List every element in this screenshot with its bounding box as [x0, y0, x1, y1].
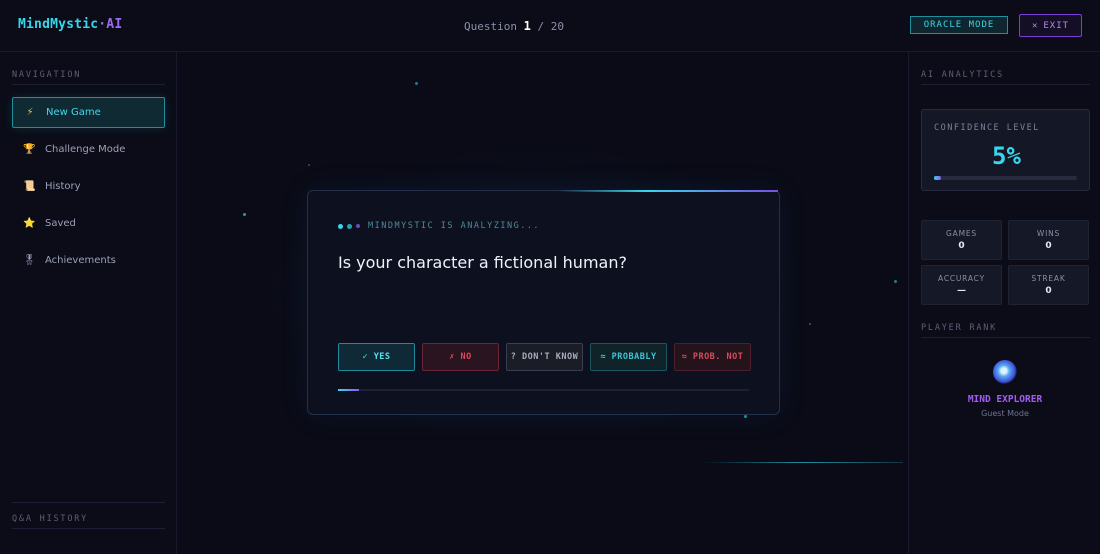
left-sidebar: NAVIGATION ⚡ New Game 🏆 Challenge Mode 📜… — [0, 52, 177, 554]
qa-history-title: Q&A HISTORY — [12, 514, 89, 524]
particle — [894, 280, 897, 283]
particle — [308, 164, 310, 166]
stat-label: GAMES — [946, 229, 977, 238]
right-sidebar: AI ANALYTICS CONFIDENCE LEVEL 5% GAMES 0… — [908, 52, 1100, 554]
sidebar-item-label: New Game — [46, 107, 101, 118]
confidence-panel: CONFIDENCE LEVEL 5% — [921, 109, 1090, 191]
top-bar: MindMystic·AI Question 1 / 20 ORACLE MOD… — [0, 0, 1100, 52]
stat-value: 0 — [1045, 241, 1052, 251]
stat-label: STREAK — [1031, 274, 1066, 283]
exit-label: EXIT — [1043, 20, 1070, 31]
question-progress-bar — [338, 389, 749, 391]
oracle-mode-button[interactable]: ORACLE MODE — [910, 16, 1008, 34]
medal-icon: 🎖 — [23, 255, 36, 266]
stat-value: — — [957, 286, 966, 296]
answer-buttons: ✓ YES ✗ NO ? DON'T KNOW ≈ PROBABLY ≈ PRO… — [338, 343, 751, 371]
particle — [744, 415, 747, 418]
question-total: / 20 — [537, 20, 564, 33]
light-streak — [703, 462, 903, 463]
particle — [809, 323, 811, 325]
main-area: MINDMYSTIC IS ANALYZING... Is your chara… — [178, 52, 908, 554]
exit-button[interactable]: ✕ EXIT — [1019, 14, 1082, 37]
divider — [12, 502, 165, 503]
question-card: MINDMYSTIC IS ANALYZING... Is your chara… — [307, 190, 780, 415]
confidence-value: 5% — [992, 142, 1021, 170]
rank-mode: Guest Mode — [981, 409, 1029, 418]
stat-streak: STREAK 0 — [1008, 265, 1089, 305]
stat-label: ACCURACY — [938, 274, 985, 283]
stat-accuracy: ACCURACY — — [921, 265, 1002, 305]
divider — [921, 337, 1090, 338]
confidence-bar — [934, 176, 1077, 180]
sidebar-item-achievements[interactable]: 🎖 Achievements — [12, 245, 165, 276]
close-icon: ✕ — [1031, 20, 1039, 31]
sidebar-item-challenge-mode[interactable]: 🏆 Challenge Mode — [12, 134, 165, 165]
analyzing-text: MINDMYSTIC IS ANALYZING... — [368, 221, 541, 231]
answer-dont-know-button[interactable]: ? DON'T KNOW — [506, 343, 583, 371]
sidebar-item-saved[interactable]: ⭐ Saved — [12, 208, 165, 239]
answer-no-button[interactable]: ✗ NO — [422, 343, 499, 371]
divider — [12, 84, 165, 85]
stat-games: GAMES 0 — [921, 220, 1002, 260]
scroll-icon: 📜 — [23, 181, 36, 192]
pulse-dot — [347, 223, 352, 229]
rank-name: MIND EXPLORER — [967, 394, 1043, 405]
pulse-dot — [338, 223, 343, 229]
stat-label: WINS — [1036, 229, 1061, 238]
sidebar-item-label: Challenge Mode — [45, 144, 126, 155]
sidebar-item-label: History — [45, 181, 81, 192]
confidence-label: CONFIDENCE LEVEL — [934, 123, 1040, 133]
question-counter: Question 1 / 20 — [0, 19, 1028, 33]
navigation-title: NAVIGATION — [12, 70, 82, 80]
sidebar-item-label: Saved — [45, 218, 76, 229]
divider — [12, 528, 165, 529]
pulse-dot — [356, 224, 360, 228]
star-icon: ⭐ — [23, 218, 36, 229]
question-progress-fill — [338, 389, 359, 391]
particle — [243, 213, 246, 216]
stat-value: 0 — [1045, 286, 1052, 296]
analytics-title: AI ANALYTICS — [921, 70, 1005, 80]
lightning-icon: ⚡ — [26, 107, 34, 118]
question-text: Is your character a fictional human? — [338, 253, 627, 272]
divider — [921, 84, 1090, 85]
trophy-icon: 🏆 — [23, 144, 36, 155]
sidebar-item-new-game[interactable]: ⚡ New Game — [12, 97, 165, 128]
answer-probably-button[interactable]: ≈ PROBABLY — [590, 343, 667, 371]
stat-value: 0 — [958, 241, 965, 251]
player-rank-title: PLAYER RANK — [921, 323, 998, 333]
answer-yes-button[interactable]: ✓ YES — [338, 343, 415, 371]
answer-probably-not-button[interactable]: ≈ PROB. NOT — [674, 343, 751, 371]
galaxy-icon — [993, 360, 1017, 384]
sidebar-item-history[interactable]: 📜 History — [12, 171, 165, 202]
question-prefix: Question — [464, 20, 517, 33]
confidence-fill — [934, 176, 942, 180]
sidebar-item-label: Achievements — [45, 255, 116, 266]
stat-wins: WINS 0 — [1008, 220, 1089, 260]
card-accent-line — [558, 190, 778, 192]
question-current: 1 — [523, 19, 531, 33]
particle — [415, 82, 418, 85]
analyzing-status: MINDMYSTIC IS ANALYZING... — [338, 221, 540, 231]
oracle-mode-label: ORACLE MODE — [923, 20, 995, 30]
